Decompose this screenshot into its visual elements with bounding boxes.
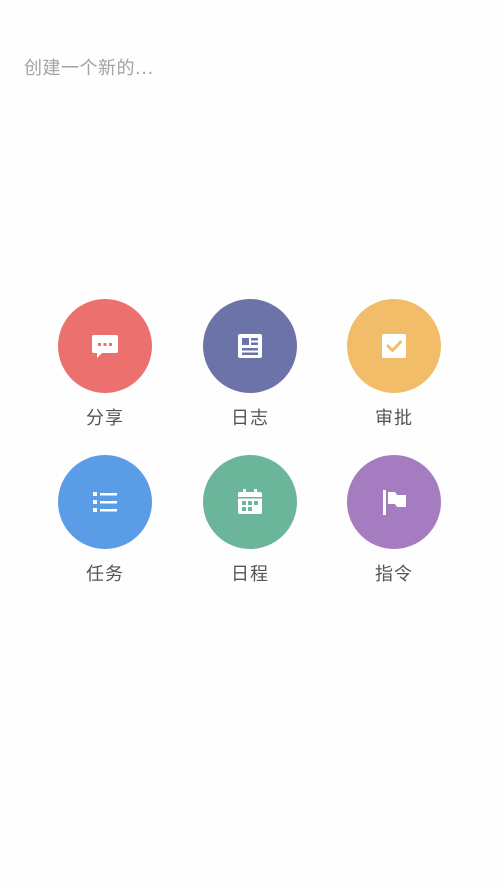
schedule-action[interactable]: 日程: [180, 455, 320, 595]
command-circle[interactable]: [347, 455, 441, 549]
log-label: 日志: [231, 408, 269, 429]
list-icon: [90, 487, 120, 517]
chat-bubble-icon: [90, 331, 120, 361]
task-label: 任务: [86, 564, 124, 585]
approval-action[interactable]: 审批: [324, 299, 464, 439]
flag-icon: [379, 487, 409, 517]
schedule-label: 日程: [231, 564, 269, 585]
command-label: 指令: [375, 564, 413, 585]
approval-circle[interactable]: [347, 299, 441, 393]
task-circle[interactable]: [58, 455, 152, 549]
checkbox-icon: [379, 331, 409, 361]
approval-label: 审批: [375, 408, 413, 429]
action-grid: 分享 日志 审批 任务 日程 指令: [0, 0, 500, 889]
task-action[interactable]: 任务: [35, 455, 175, 595]
news-document-icon: [235, 331, 265, 361]
share-circle[interactable]: [58, 299, 152, 393]
log-action[interactable]: 日志: [180, 299, 320, 439]
schedule-circle[interactable]: [203, 455, 297, 549]
share-action[interactable]: 分享: [35, 299, 175, 439]
command-action[interactable]: 指令: [324, 455, 464, 595]
calendar-icon: [235, 487, 265, 517]
share-label: 分享: [86, 408, 124, 429]
log-circle[interactable]: [203, 299, 297, 393]
